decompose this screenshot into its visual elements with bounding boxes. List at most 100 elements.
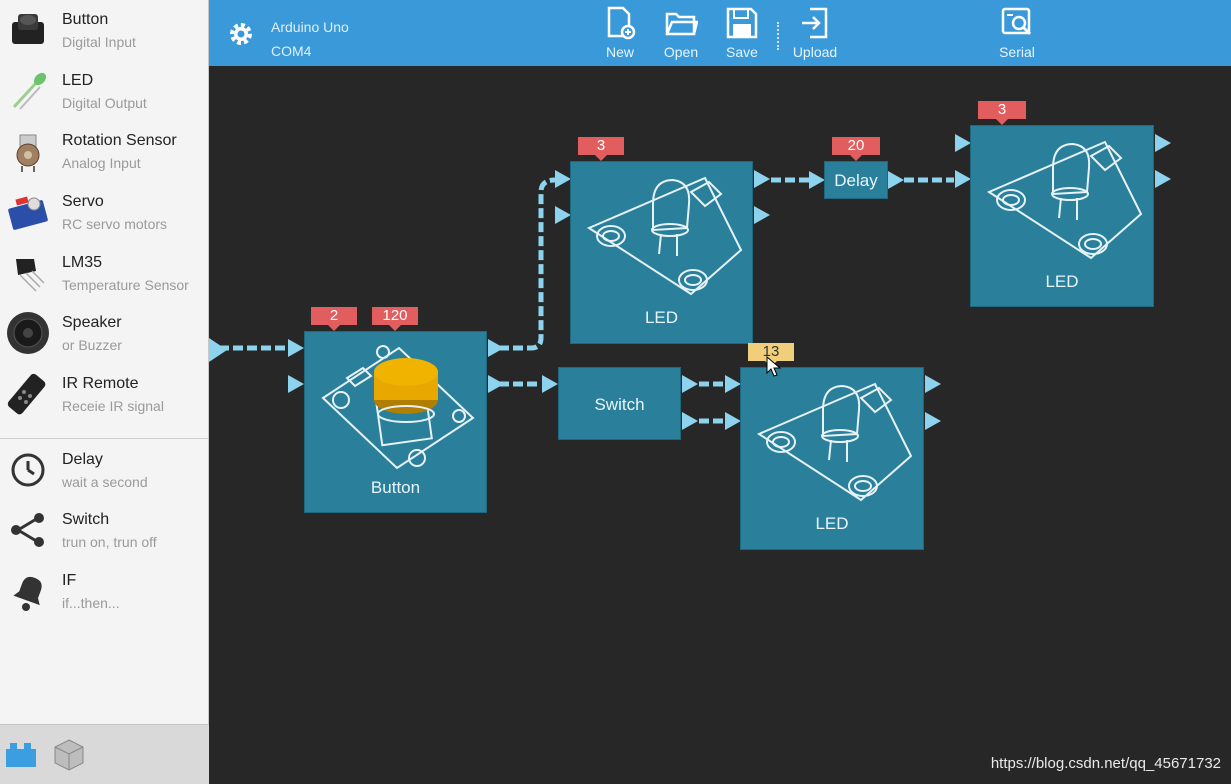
output-port[interactable] [682, 412, 698, 430]
sidebar-item-name: LM35 [62, 254, 103, 271]
sidebar-item-delay[interactable]: Delay wait a second [0, 440, 209, 500]
input-port[interactable] [725, 412, 741, 430]
new-file-icon [607, 6, 636, 40]
output-port[interactable] [488, 339, 504, 357]
sidebar-item-ir-remote[interactable]: IR Remote Receie IR signal [0, 364, 209, 424]
sidebar-tab-bar [0, 724, 209, 784]
led-block[interactable]: LED [740, 367, 924, 550]
sidebar-item-lm35[interactable]: LM35 Temperature Sensor [0, 243, 209, 303]
sidebar-divider [0, 438, 209, 439]
toolbar-separator [777, 22, 779, 50]
sidebar-item-name: Rotation Sensor [62, 132, 177, 149]
cube-icon[interactable] [52, 737, 86, 771]
sidebar-item-servo[interactable]: Servo RC servo motors [0, 182, 209, 242]
output-port[interactable] [925, 375, 941, 393]
output-port[interactable] [754, 170, 770, 188]
serial-button[interactable]: Serial [987, 4, 1047, 64]
output-port[interactable] [1155, 170, 1171, 188]
share-icon [11, 513, 44, 547]
ir-remote-icon [7, 373, 46, 415]
serial-monitor-icon [1001, 7, 1032, 36]
input-port[interactable] [555, 170, 571, 188]
input-port[interactable] [288, 339, 304, 357]
sidebar-item-name: Button [62, 11, 109, 28]
sidebar-item-name: IR Remote [62, 375, 139, 392]
button-component-icon [12, 14, 44, 44]
pin-badge[interactable]: 2 [311, 307, 357, 331]
output-port[interactable] [1155, 134, 1171, 152]
wire-button-to-led-top [499, 177, 556, 351]
sidebar-item-desc: or Buzzer [62, 337, 122, 353]
clock-icon [11, 453, 45, 487]
sidebar-item-desc: Analog Input [62, 155, 141, 171]
sidebar-item-button[interactable]: Button Digital Input [0, 0, 209, 60]
sidebar-item-rotation-sensor[interactable]: Rotation Sensor Analog Input [0, 121, 209, 181]
output-port[interactable] [754, 206, 770, 224]
potentiometer-icon [16, 134, 40, 172]
block-title: LED [815, 514, 849, 533]
sidebar-item-name: IF [62, 572, 77, 589]
led-block[interactable]: LED [570, 161, 753, 344]
button-block[interactable]: Button [304, 331, 487, 513]
sidebar-item-led[interactable]: LED Digital Output [0, 61, 209, 121]
board-info[interactable]: Arduino Uno COM4 [271, 15, 349, 63]
led-module-icon [586, 176, 743, 296]
watermark-text: https://blog.csdn.net/qq_45671732 [990, 755, 1221, 772]
input-port[interactable] [725, 375, 741, 393]
input-port[interactable] [555, 206, 571, 224]
board-name: Arduino Uno [271, 19, 349, 35]
open-label: Open [663, 44, 699, 60]
output-port[interactable] [925, 412, 941, 430]
new-button[interactable]: New [590, 4, 650, 64]
sidebar-item-name: LED [62, 72, 94, 89]
sidebar-item-name: Delay [62, 451, 103, 468]
block-title: Delay [834, 171, 878, 190]
sidebar-item-desc: Digital Output [62, 95, 147, 111]
input-port[interactable] [955, 134, 971, 152]
component-sidebar: Button Digital Input LED Digital Output … [0, 0, 209, 784]
led-block[interactable]: LED [970, 125, 1154, 307]
save-disk-icon [726, 7, 758, 39]
gear-icon[interactable] [225, 18, 257, 50]
value-badge[interactable]: 120 [372, 307, 418, 331]
output-port[interactable] [888, 171, 904, 189]
pin-badge[interactable]: 3 [578, 137, 624, 161]
upload-label: Upload [792, 44, 838, 60]
new-label: New [605, 44, 634, 60]
led-module-icon [986, 140, 1143, 260]
output-port[interactable] [682, 375, 698, 393]
input-port[interactable] [288, 375, 304, 393]
sidebar-item-switch[interactable]: Switch trun on, trun off [0, 500, 209, 560]
flow-canvas[interactable]: 2 120 Button 3 LED 20 Delay 3 LED Switch… [209, 66, 1231, 784]
input-port[interactable] [809, 171, 825, 189]
bell-icon [13, 576, 42, 611]
sidebar-item-desc: trun on, trun off [62, 534, 157, 550]
servo-icon [8, 196, 48, 230]
sidebar-item-name: Servo [62, 193, 104, 210]
output-port[interactable] [488, 375, 504, 393]
delay-badge[interactable]: 20 [832, 137, 880, 161]
upload-button[interactable]: Upload [785, 4, 845, 64]
pin-badge[interactable]: 3 [978, 101, 1026, 125]
sidebar-item-desc: RC servo motors [62, 216, 168, 232]
block-title: Switch [594, 395, 645, 414]
switch-block[interactable]: Switch [558, 367, 681, 440]
input-port[interactable] [955, 170, 971, 188]
delay-block[interactable]: Delay [824, 161, 888, 199]
input-port[interactable] [542, 375, 558, 393]
top-toolbar: Arduino Uno COM4 New Open Save Upload Se… [209, 0, 1231, 66]
port-name: COM4 [271, 43, 312, 59]
push-button-module-icon [321, 345, 475, 470]
save-button[interactable]: Save [712, 4, 772, 64]
sidebar-item-if[interactable]: IF if...then... [0, 561, 209, 621]
sidebar-item-speaker[interactable]: Speaker or Buzzer [0, 303, 209, 363]
block-title: Button [370, 478, 421, 497]
open-button[interactable]: Open [651, 4, 711, 64]
canvas-input-port[interactable] [209, 338, 227, 362]
upload-icon [802, 7, 828, 39]
lm35-icon [16, 259, 45, 292]
blocks-icon[interactable] [4, 737, 38, 771]
sidebar-item-name: Speaker [62, 314, 122, 331]
serial-label: Serial [999, 44, 1035, 60]
block-title: LED [1045, 272, 1079, 291]
